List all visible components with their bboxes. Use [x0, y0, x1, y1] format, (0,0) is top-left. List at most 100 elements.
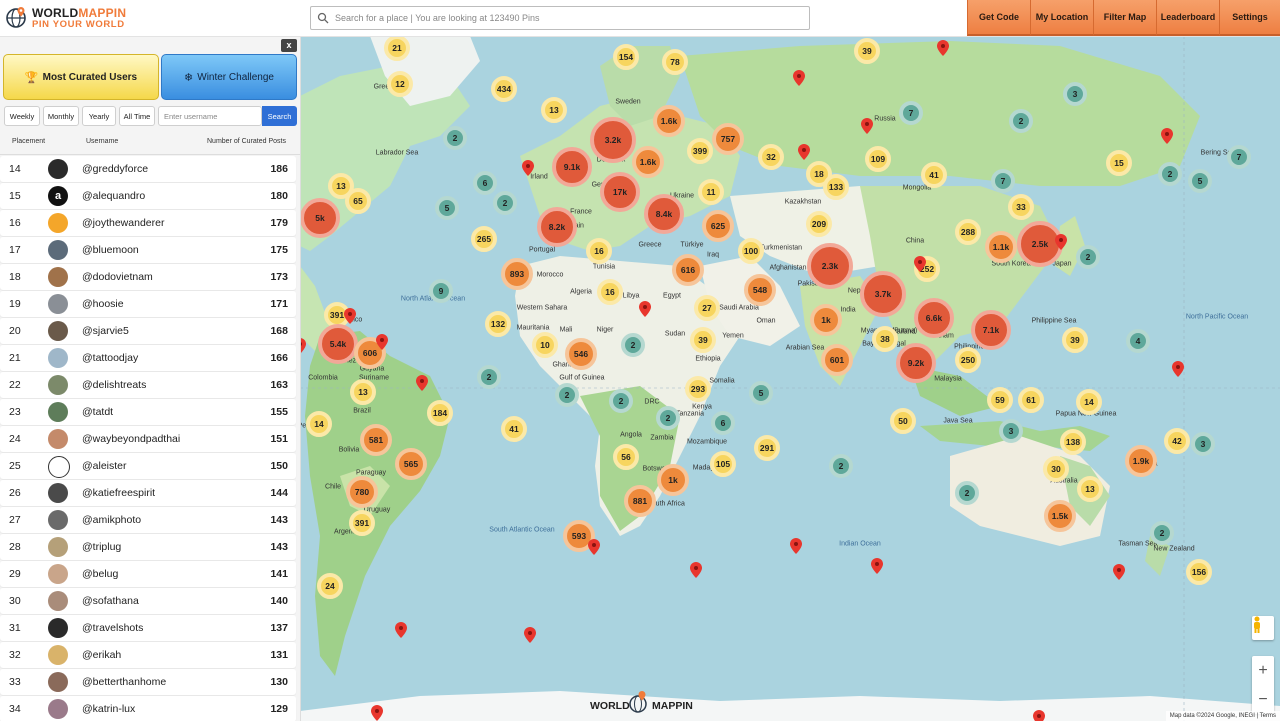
pin-cluster[interactable]: 1.6k [632, 146, 664, 178]
username[interactable]: @waybeyondpadthai [82, 433, 180, 445]
pin-cluster[interactable]: 17k [600, 172, 640, 212]
map-pin-icon[interactable] [861, 118, 873, 134]
username[interactable]: @travelshots [82, 622, 143, 634]
pin-cluster[interactable]: 6 [473, 171, 497, 195]
map-pin-icon[interactable] [1033, 710, 1045, 721]
pin-cluster[interactable]: 41 [921, 162, 947, 188]
pin-cluster[interactable]: 1.1k [985, 231, 1017, 263]
world-map[interactable]: SwedenRussiaIrlandDenmarkGermanyFrancePo… [300, 36, 1280, 721]
username[interactable]: @tatdt [82, 406, 113, 418]
my-location-button[interactable]: My Location [1030, 0, 1093, 36]
username[interactable]: @alequandro [82, 190, 145, 202]
username-search-button[interactable]: Search [262, 106, 297, 126]
map-pin-icon[interactable] [376, 334, 388, 350]
filter-monthly-button[interactable]: Monthly [43, 106, 79, 126]
pin-cluster[interactable]: 780 [346, 476, 378, 508]
pin-cluster[interactable]: 7.1k [971, 310, 1011, 350]
pin-cluster[interactable]: 5.4k [318, 324, 358, 364]
pin-cluster[interactable]: 548 [744, 274, 776, 306]
username[interactable]: @erikah [82, 649, 121, 661]
pin-cluster[interactable]: 16 [597, 279, 623, 305]
pin-cluster[interactable]: 138 [1060, 429, 1086, 455]
username[interactable]: @katrin-lux [82, 703, 135, 715]
pin-cluster[interactable]: 8.2k [537, 207, 577, 247]
username[interactable]: @sjarvie5 [82, 325, 129, 337]
username[interactable]: @greddyforce [82, 163, 148, 175]
leaderboard-row[interactable]: 33 @betterthanhome 130 [0, 669, 296, 695]
pin-cluster[interactable]: 30 [1043, 456, 1069, 482]
pin-cluster[interactable]: 132 [485, 311, 511, 337]
pin-cluster[interactable]: 2 [621, 333, 645, 357]
username[interactable]: @tattoodjay [82, 352, 138, 364]
pin-cluster[interactable]: 2.3k [807, 243, 853, 289]
pin-cluster[interactable]: 9.2k [896, 343, 936, 383]
username[interactable]: @triplug [82, 541, 121, 553]
leaderboard-row[interactable]: 30 @sofathana 140 [0, 588, 296, 614]
pin-cluster[interactable]: 1.9k [1125, 445, 1157, 477]
pin-cluster[interactable]: 2 [443, 126, 467, 150]
leaderboard-row[interactable]: 21 @tattoodjay 166 [0, 345, 296, 371]
pin-cluster[interactable]: 3 [999, 419, 1023, 443]
tab-most-curated-users[interactable]: 🏆 Most Curated Users [3, 54, 159, 100]
pin-cluster[interactable]: 13 [350, 379, 376, 405]
pin-cluster[interactable]: 41 [501, 416, 527, 442]
map-pin-icon[interactable] [798, 144, 810, 160]
map-pin-icon[interactable] [937, 40, 949, 56]
pin-cluster[interactable]: 12 [387, 71, 413, 97]
leaderboard-button[interactable]: Leaderboard [1156, 0, 1219, 36]
pin-cluster[interactable]: 13 [1077, 476, 1103, 502]
pin-cluster[interactable]: 105 [710, 451, 736, 477]
pin-cluster[interactable]: 399 [687, 138, 713, 164]
pin-cluster[interactable]: 10 [532, 332, 558, 358]
username[interactable]: @amikphoto [82, 514, 141, 526]
place-search[interactable] [310, 6, 810, 30]
map-pin-icon[interactable] [1113, 564, 1125, 580]
pin-cluster[interactable]: 42 [1164, 428, 1190, 454]
pin-cluster[interactable]: 39 [854, 38, 880, 64]
pin-cluster[interactable]: 288 [955, 219, 981, 245]
zoom-in-icon[interactable]: + [1252, 656, 1274, 685]
username[interactable]: @aleister [82, 460, 127, 472]
leaderboard-row[interactable]: 29 @belug 141 [0, 561, 296, 587]
pin-cluster[interactable]: 39 [1062, 327, 1088, 353]
pin-cluster[interactable]: 5 [1188, 169, 1212, 193]
pegman-icon[interactable] [1252, 616, 1274, 640]
pin-cluster[interactable]: 154 [613, 44, 639, 70]
pin-cluster[interactable]: 616 [672, 254, 704, 286]
map-pin-icon[interactable] [793, 70, 805, 86]
leaderboard-row[interactable]: 20 @sjarvie5 168 [0, 318, 296, 344]
pin-cluster[interactable]: 39 [690, 327, 716, 353]
pin-cluster[interactable]: 1.5k [1044, 500, 1076, 532]
pin-cluster[interactable]: 13 [541, 97, 567, 123]
close-panel-button[interactable]: x [281, 39, 297, 52]
leaderboard-row[interactable]: 27 @amikphoto 143 [0, 507, 296, 533]
pin-cluster[interactable]: 5 [749, 381, 773, 405]
pin-cluster[interactable]: 2 [1150, 521, 1174, 545]
pin-cluster[interactable]: 4 [1126, 329, 1150, 353]
pin-cluster[interactable]: 209 [806, 211, 832, 237]
leaderboard-row[interactable]: 17 @bluemoon 175 [0, 237, 296, 263]
leaderboard-row[interactable]: 23 @tatdt 155 [0, 399, 296, 425]
username[interactable]: @belug [82, 568, 118, 580]
leaderboard-row[interactable]: 31 @travelshots 137 [0, 615, 296, 641]
settings-button[interactable]: Settings [1219, 0, 1280, 36]
pin-cluster[interactable]: 27 [694, 295, 720, 321]
pin-cluster[interactable]: 391 [349, 510, 375, 536]
map-pin-icon[interactable] [914, 256, 926, 272]
pin-cluster[interactable]: 581 [360, 424, 392, 456]
leaderboard-row[interactable]: 24 @waybeyondpadthai 151 [0, 426, 296, 452]
pin-cluster[interactable]: 1k [657, 464, 689, 496]
pin-cluster[interactable]: 601 [821, 344, 853, 376]
pin-cluster[interactable]: 2 [656, 406, 680, 430]
username[interactable]: @betterthanhome [82, 676, 166, 688]
pin-cluster[interactable]: 3.7k [860, 271, 906, 317]
pin-cluster[interactable]: 2 [493, 191, 517, 215]
map-pin-icon[interactable] [344, 308, 356, 324]
leaderboard-row[interactable]: 18 @dodovietnam 173 [0, 264, 296, 290]
pin-cluster[interactable]: 2 [829, 454, 853, 478]
map-pin-icon[interactable] [416, 375, 428, 391]
map-pin-icon[interactable] [639, 301, 651, 317]
pin-cluster[interactable]: 2 [555, 383, 579, 407]
leaderboard-row[interactable]: 14 @greddyforce 186 [0, 156, 296, 182]
pin-cluster[interactable]: 3.2k [590, 117, 636, 163]
